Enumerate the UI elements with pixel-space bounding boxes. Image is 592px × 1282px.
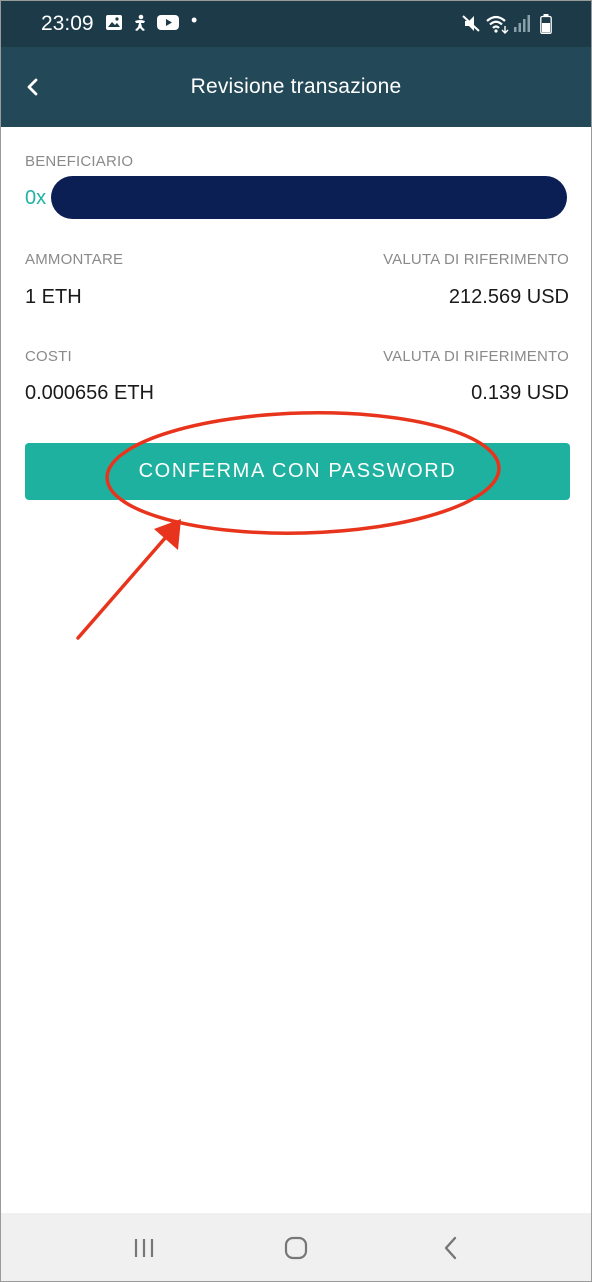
confirm-with-password-button[interactable]: CONFERMA CON PASSWORD xyxy=(25,443,570,500)
annotation-arrow-shaft xyxy=(76,535,168,640)
navigation-bar xyxy=(1,1213,591,1281)
status-bar: 23:09 • xyxy=(1,1,591,47)
battery-icon xyxy=(540,14,552,34)
wifi-icon xyxy=(486,15,509,34)
amount-reference-label: VALUTA DI RIFERIMENTO xyxy=(383,251,569,268)
image-icon xyxy=(106,15,122,30)
fees-reference-label: VALUTA DI RIFERIMENTO xyxy=(383,348,569,365)
fees-label: COSTI xyxy=(25,348,72,365)
home-button[interactable] xyxy=(281,1233,311,1263)
recent-apps-icon xyxy=(134,1239,154,1257)
system-back-button[interactable] xyxy=(436,1233,466,1263)
amount-value: 1 ETH xyxy=(25,286,82,308)
phone-screen: 23:09 • Revisione transazione BENEFICIAR… xyxy=(0,0,592,1282)
fees-value: 0.000656 ETH xyxy=(25,382,154,404)
mute-icon xyxy=(462,15,480,32)
accessibility-icon xyxy=(135,14,145,31)
annotation-arrow-head xyxy=(154,519,181,550)
app-bar: Revisione transazione xyxy=(1,47,591,127)
fees-reference-value: 0.139 USD xyxy=(471,382,569,404)
amount-label: AMMONTARE xyxy=(25,251,124,268)
youtube-icon xyxy=(157,15,179,30)
amount-reference-value: 212.569 USD xyxy=(448,286,569,308)
recipient-label: BENEFICIARIO xyxy=(25,153,134,170)
back-icon xyxy=(444,1236,457,1260)
notification-dot: • xyxy=(191,10,198,30)
page-title: Revisione transazione xyxy=(190,75,402,98)
signal-icon xyxy=(514,15,530,32)
recent-apps-button[interactable] xyxy=(129,1233,159,1263)
status-time: 23:09 xyxy=(41,12,94,35)
recipient-address: 0x xyxy=(25,187,47,209)
home-icon xyxy=(284,1236,308,1260)
address-redaction xyxy=(51,176,567,219)
